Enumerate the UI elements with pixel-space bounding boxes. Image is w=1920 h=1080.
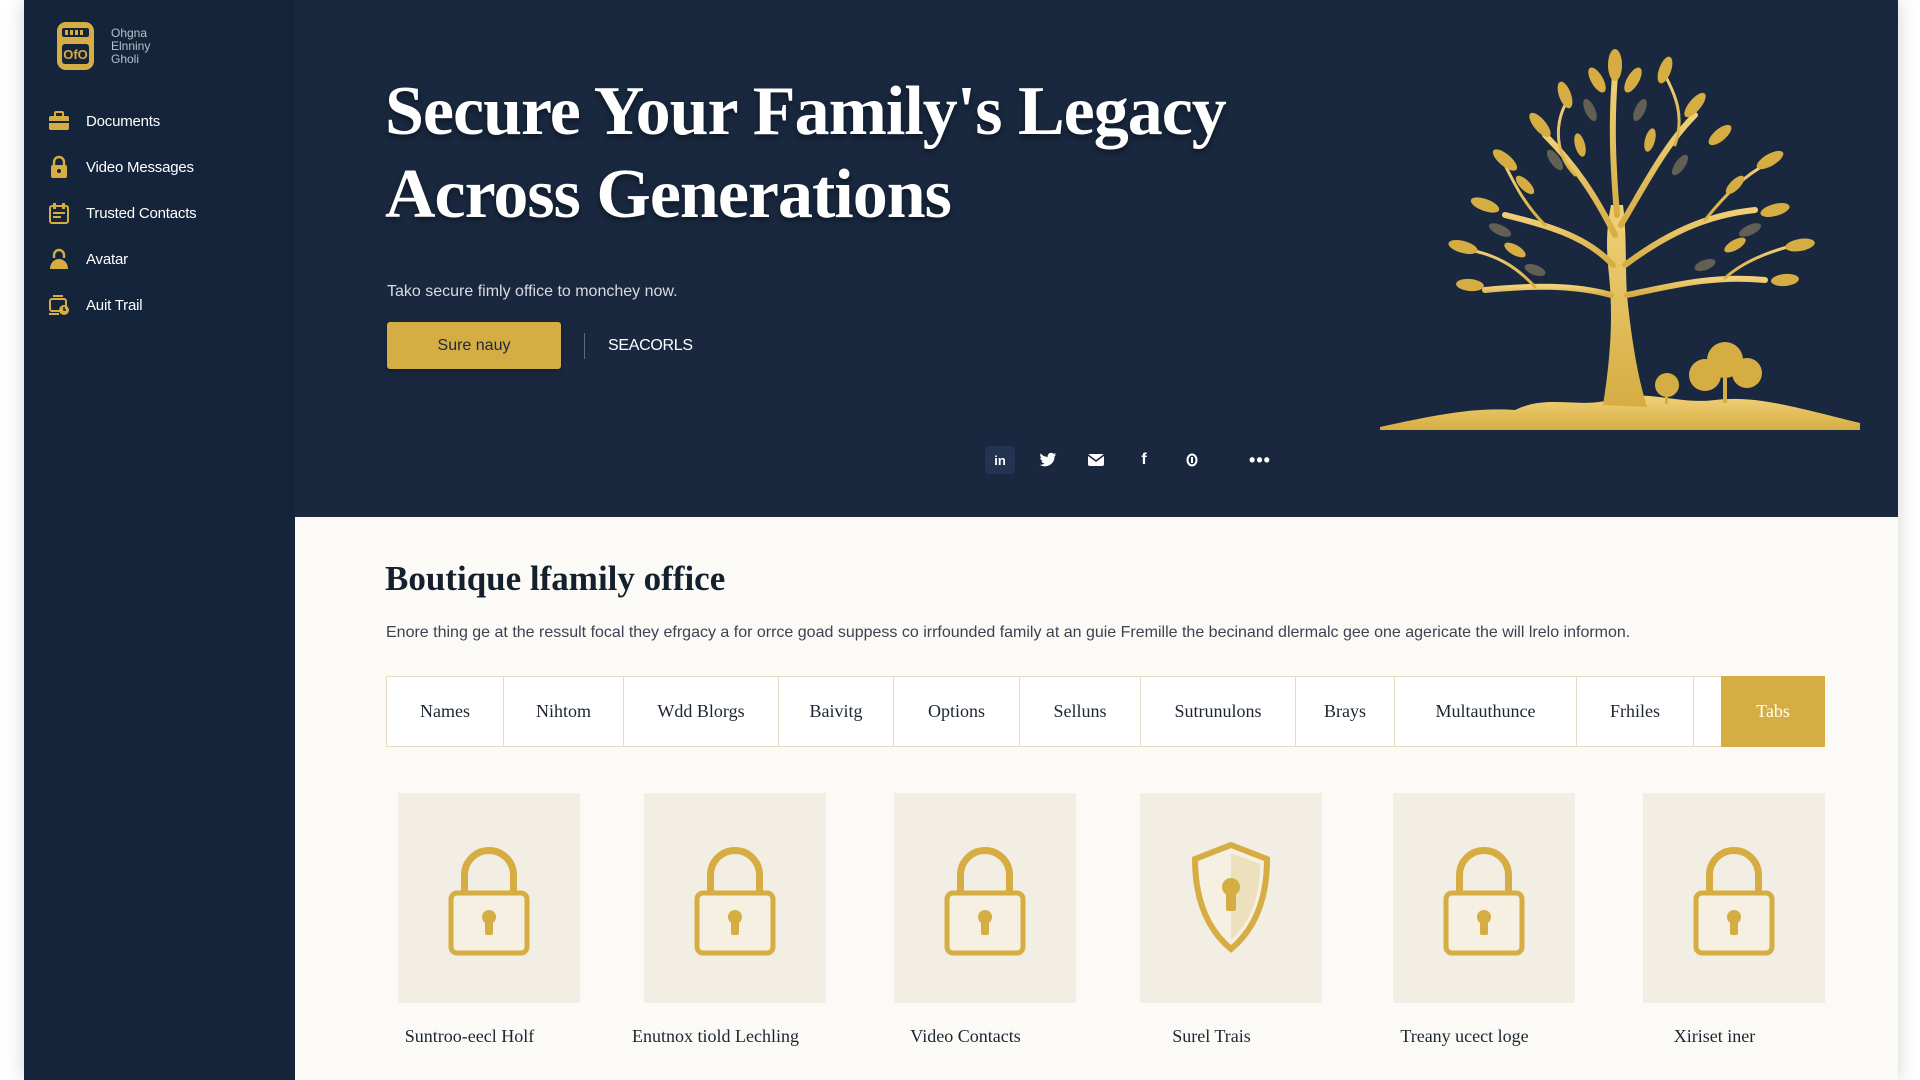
feature-card-label: Treany ucect loge [1400, 1026, 1529, 1046]
feature-card-label: Xiriset iner [1673, 1026, 1756, 1046]
mail-icon[interactable] [1081, 446, 1111, 474]
feature-card[interactable]: Suntroo-eecl Holf [398, 793, 580, 1046]
sidebar: OfO Ohgna Elnniny Gholi Documents Video … [24, 0, 295, 1080]
padlock-icon [448, 847, 530, 956]
main-content: Boutique lfamily office Enore thing ge a… [295, 517, 1898, 1080]
hero-title-line: Secure Your Family's Legacy [385, 73, 1227, 150]
feature-card[interactable]: Xiriset iner [1643, 793, 1825, 1046]
sidebar-nav: Documents Video Messages Trusted Contact… [46, 98, 286, 328]
more-icon[interactable]: ••• [1245, 446, 1275, 474]
section-title: Boutique lfamily office [385, 559, 726, 598]
sidebar-item-label: Trusted Contacts [86, 204, 197, 222]
feature-card-label: Surel Trais [1172, 1026, 1251, 1046]
tab-baivitg[interactable]: Baivitg [779, 677, 894, 746]
feature-card[interactable]: Video Contacts [894, 793, 1076, 1046]
sidebar-item-avatar[interactable]: Avatar [46, 236, 286, 282]
user-icon [46, 246, 72, 272]
feature-card-label: Suntroo-eecl Holf [404, 1026, 535, 1046]
hero-banner: Secure Your Family's Legacy Across Gener… [295, 0, 1898, 517]
sidebar-item-video-messages[interactable]: Video Messages [46, 144, 286, 190]
audit-icon [46, 292, 72, 318]
logo-lock-icon: OfO [57, 22, 94, 70]
primary-cta-button[interactable]: Sure nauy [387, 322, 561, 369]
tab-names[interactable]: Names [387, 677, 504, 746]
tab-multauthunce[interactable]: Multauthunce [1395, 677, 1577, 746]
padlock-icon [46, 154, 72, 180]
circle-icon[interactable] [1177, 446, 1207, 474]
envelope-icon [1087, 454, 1105, 466]
svg-text:OfO: OfO [63, 47, 88, 62]
padlock-icon [944, 847, 1026, 956]
brand-line: Elnniny [111, 38, 151, 53]
family-tree-illustration [1380, 49, 1860, 430]
hero-title: Secure Your Family's Legacy Across Gener… [385, 70, 1285, 236]
briefcase-icon [46, 108, 72, 134]
tab-brays[interactable]: Brays [1296, 677, 1395, 746]
secondary-cta-button[interactable]: SEACORLS [596, 322, 705, 369]
sidebar-item-trusted-contacts[interactable]: Trusted Contacts [46, 190, 286, 236]
linkedin-icon[interactable]: in [985, 446, 1015, 474]
app-window: OfO Ohgna Elnniny Gholi Documents Video … [24, 0, 1898, 1080]
tab-tabs[interactable]: Tabs [1721, 676, 1825, 747]
hero-subtitle: Tako secure fimly office to monchey now. [387, 283, 678, 300]
feature-card[interactable]: Enutnox tiold Lechling [632, 793, 826, 1046]
feature-card-label: Video Contacts [910, 1026, 1021, 1046]
sidebar-item-documents[interactable]: Documents [46, 98, 286, 144]
button-divider [584, 333, 585, 359]
brand-line: Gholi [111, 51, 140, 66]
brand-name: Ohgna Elnniny Gholi [111, 25, 191, 66]
twitter-bird-icon [1039, 452, 1057, 467]
tab-options[interactable]: Options [894, 677, 1020, 746]
brand-logo[interactable]: OfO Ohgna Elnniny Gholi [53, 20, 191, 72]
sidebar-item-audit-trail[interactable]: Auit Trail [46, 282, 286, 328]
hero-title-line: Across Generations [385, 156, 952, 233]
feature-cards: Suntroo-eecl Holf Enutnox tiold Lechling [295, 793, 1898, 1080]
tab-frhiles[interactable]: Frhiles [1577, 677, 1694, 746]
padlock-icon [694, 847, 776, 956]
sidebar-item-label: Auit Trail [86, 296, 143, 314]
facebook-icon[interactable]: f [1129, 446, 1159, 474]
twitter-icon[interactable] [1033, 446, 1063, 474]
sidebar-item-label: Documents [86, 112, 161, 130]
feature-card[interactable]: Surel Trais [1140, 793, 1322, 1046]
tab-sutrunulons[interactable]: Sutrunulons [1141, 677, 1296, 746]
brand-line: Ohgna [111, 25, 148, 40]
tab-wdd-blorgs[interactable]: Wdd Blorgs [624, 677, 779, 746]
circle-glyph-icon [1186, 453, 1198, 467]
section-description: Enore thing ge at the ressult focal they… [386, 624, 1631, 641]
sidebar-item-label: Avatar [86, 250, 128, 268]
padlock-icon [1693, 847, 1775, 956]
social-links: in f ••• [985, 446, 1293, 474]
shield-lock-icon [1191, 841, 1271, 953]
feature-card[interactable]: Treany ucect loge [1393, 793, 1575, 1046]
contacts-icon [46, 200, 72, 226]
tab-nihtom[interactable]: Nihtom [504, 677, 624, 746]
feature-card-label: Enutnox tiold Lechling [632, 1026, 799, 1046]
padlock-icon [1443, 847, 1525, 956]
tab-selluns[interactable]: Selluns [1020, 677, 1141, 746]
sidebar-item-label: Video Messages [86, 158, 194, 176]
tab-bar: Names Nihtom Wdd Blorgs Baivitg Options … [386, 676, 1825, 747]
